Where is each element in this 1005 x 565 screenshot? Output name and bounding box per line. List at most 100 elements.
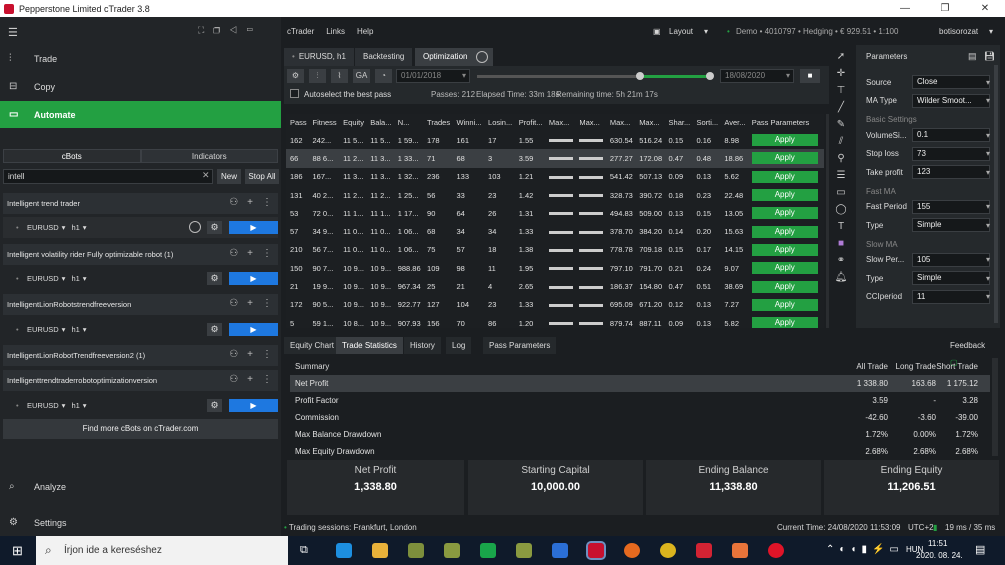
cbot-instance[interactable]: • EURUSD ▾ h1 ▾ ⚙ ▶ [3,268,278,289]
minimize-button[interactable]: — [885,0,925,17]
tab-history[interactable]: History [404,337,441,354]
play-button[interactable]: ▶ [229,221,278,234]
gear-icon[interactable]: ⚙ [207,399,222,412]
rectangle-icon[interactable]: ▭ [836,187,845,198]
instance-timeframe[interactable]: h1 [71,325,79,334]
apply-button[interactable]: Apply [751,262,818,275]
column-header[interactable]: Equity [339,114,366,131]
pepperstone-icon[interactable] [696,543,712,558]
gear-icon[interactable]: ⚙ [207,272,222,285]
menu-ctrader[interactable]: cTrader [287,27,314,36]
cbot-instance[interactable]: • EURUSD ▾ h1 ▾ ⚙ ▶ [3,217,278,238]
stats-row[interactable]: Max Equity Drawdown 2.68% 2.68% 2.68% [290,443,990,460]
instance-symbol[interactable]: EURUSD [27,223,59,232]
horizontal-line-icon[interactable]: ⊤ [837,85,846,96]
column-header[interactable]: Profit... [515,114,545,131]
apply-button[interactable]: Apply [751,207,818,220]
play-button[interactable]: ▶ [229,272,278,285]
system-tray-icons[interactable]: ⌃◐◖▮⚡▭ [826,544,904,555]
apply-button[interactable]: Apply [751,298,818,311]
add-instance-icon[interactable]: + [247,298,253,309]
close-button[interactable]: ✕ [965,0,1005,17]
edge-icon[interactable] [336,543,352,558]
users-icon[interactable]: ⚇ [229,197,238,208]
param-value-input[interactable]: 123 [912,165,990,179]
tab-chart[interactable]: • EURUSD, h1 [284,48,354,66]
gear-icon[interactable]: ⚙ [287,69,304,83]
more-icon[interactable]: ⋮ [262,298,272,309]
sliders-icon[interactable]: ⫶ [309,69,326,83]
timezone[interactable]: UTC+2 [908,519,934,536]
table-row[interactable]: 162 242... 11 5... 11 5... 1 59... 178 161 17 1.… [286,131,824,149]
column-header[interactable]: Losin... [484,114,515,131]
play-button[interactable]: ▶ [229,399,278,412]
cursor-icon[interactable]: ➚ [837,51,845,62]
clear-search-icon[interactable]: ✕ [202,170,210,181]
apply-button[interactable]: Apply [751,189,818,202]
tab-backtesting[interactable]: Backtesting [355,48,413,66]
cbot-item[interactable]: IntelligentLionRobotTrendfreeversion2 (1… [3,345,278,366]
param-value-input[interactable]: 105 [912,252,990,267]
stop-button[interactable]: ■ [800,69,820,83]
slider-handle-start[interactable] [636,72,644,80]
nav-copy[interactable]: ⊟ Copy [0,73,281,100]
nav-analyze[interactable]: ⌕ Analyze [0,473,281,500]
app-icon[interactable] [408,543,424,558]
param-value-input[interactable]: Wilder Smoot... [912,93,990,108]
video-icon[interactable] [480,543,496,558]
open-folder-icon[interactable]: ▤ [968,51,977,62]
feedback-button[interactable]: Feedback ▢ [944,337,1000,367]
add-instance-icon[interactable]: + [247,248,253,259]
ctrader-taskbar-icon[interactable] [586,541,606,560]
nav-settings[interactable]: ⚙ Settings [0,509,281,536]
column-header[interactable]: Max... [545,114,575,131]
store-icon[interactable] [732,543,748,558]
stop-all-button[interactable]: Stop All [245,169,279,184]
pencil-icon[interactable]: ✎ [837,119,845,130]
column-header[interactable]: Max... [606,114,635,131]
cbot-instance[interactable]: • EURUSD ▾ h1 ▾ ⚙ ▶ [3,395,278,416]
param-value-input[interactable]: 11 [912,289,990,304]
column-header[interactable]: Sorti... [692,114,720,131]
add-instance-icon[interactable]: + [247,349,253,360]
instance-symbol[interactable]: EURUSD [27,274,59,283]
play-button[interactable]: ▶ [229,323,278,336]
link-icon[interactable]: ⚭ [837,255,845,266]
param-value-input[interactable]: Close [912,75,990,89]
table-row[interactable]: 172 90 5... 10 9... 10 9... 922.77 127 104 23 1.… [286,296,824,314]
instance-symbol[interactable]: EURUSD [27,401,59,410]
instance-timeframe[interactable]: h1 [71,223,79,232]
column-header[interactable]: Bala... [366,114,393,131]
table-row[interactable]: 186 167... 11 3... 11 3... 1 32... 236 133 103 1… [286,168,824,186]
chrome-icon[interactable] [660,543,676,558]
gauge-icon[interactable]: ◔ [375,69,392,83]
slider-handle-end[interactable] [706,72,714,80]
params-scrollbar[interactable] [994,65,998,323]
app-icon[interactable] [444,543,460,558]
gear-icon[interactable]: ⚙ [207,323,222,336]
tab-log[interactable]: Log [446,337,472,354]
apply-button[interactable]: Apply [751,152,818,165]
column-header[interactable]: Max... [635,114,664,131]
window-tools-icons[interactable]: ⛶❐◁▭ [198,25,262,36]
more-icon[interactable]: ⋮ [262,197,272,208]
nav-automate[interactable]: ▭ Automate [0,101,281,128]
table-row[interactable]: 57 34 9... 11 0... 11 0... 1 06... 68 34 34 1.33… [286,222,824,240]
users-icon[interactable]: ⚇ [229,374,238,385]
apply-button[interactable]: Apply [751,170,818,183]
table-row[interactable]: 5 59 1... 10 8... 10 9... 907.93 156 70 86 1.20 8… [286,314,824,328]
crosshair-icon[interactable]: ✛ [837,68,845,79]
chart-icon[interactable]: ⌇ [331,69,348,83]
new-cbot-button[interactable]: New [217,169,241,184]
layout-menu[interactable]: Layout [669,27,693,36]
instance-timeframe[interactable]: h1 [71,401,79,410]
save-icon[interactable]: 💾︎ [984,51,995,62]
table-row[interactable]: 53 72 0... 11 1... 11 1... 1 17... 90 64 26 1.31… [286,204,824,222]
cbot-instance[interactable]: • EURUSD ▾ h1 ▾ ⚙ ▶ [3,319,278,340]
tab-indicators[interactable]: Indicators [140,149,278,163]
notifications-icon[interactable]: ▤ [975,543,985,556]
more-icon[interactable]: ⋮ [262,349,272,360]
users-icon[interactable]: ⚇ [229,349,238,360]
tab-equity-chart[interactable]: Equity Chart [284,337,341,354]
opera-icon[interactable] [768,543,784,558]
